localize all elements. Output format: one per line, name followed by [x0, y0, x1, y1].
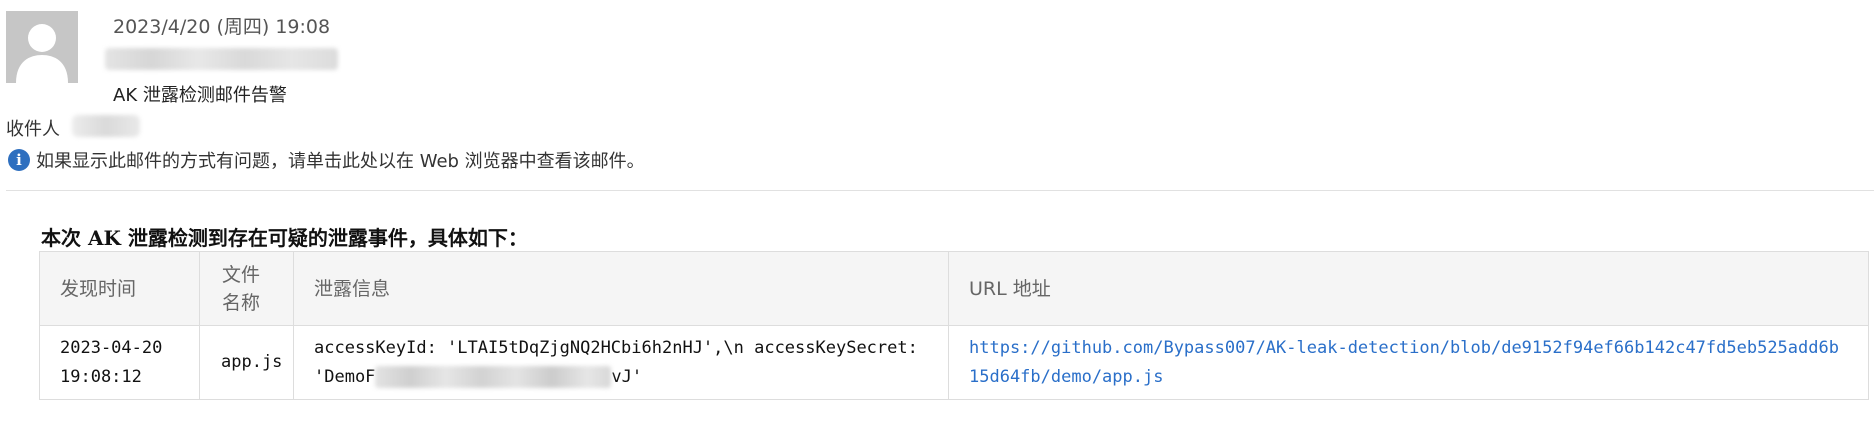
person-icon	[6, 11, 78, 83]
table-row: 2023-04-20 19:08:12 app.js accessKeyId: …	[39, 325, 1869, 400]
header-divider	[6, 190, 1874, 191]
column-header-found-time: 发现时间	[39, 251, 200, 326]
column-header-filename: 文件名称	[199, 251, 294, 326]
column-header-leak-info: 泄露信息	[293, 251, 949, 326]
secret-prefix: 'DemoF	[314, 366, 376, 387]
recipient-label: 收件人	[6, 119, 60, 140]
found-clock: 19:08:12	[60, 366, 142, 387]
email-subject: AK 泄露检测邮件告警	[113, 85, 287, 106]
sender-name-redacted	[105, 48, 338, 70]
info-icon: i	[8, 149, 30, 171]
leak-table: 发现时间 文件名称 泄露信息 URL 地址 2023-04-20 19:08:1…	[39, 251, 1869, 400]
secret-redacted	[375, 365, 612, 388]
recipient-name-redacted	[72, 115, 140, 137]
found-time-cell: 2023-04-20 19:08:12	[39, 325, 200, 400]
github-url-link[interactable]: https://github.com/Bypass007/AK-leak-det…	[969, 338, 1839, 387]
column-header-url: URL 地址	[948, 251, 1869, 326]
leak-secret-line: 'DemoF vJ'	[314, 363, 928, 392]
alert-title: 本次 AK 泄露检测到存在可疑的泄露事件，具体如下：	[41, 226, 528, 250]
view-in-browser-notice[interactable]: i 如果显示此邮件的方式有问题，请单击此处以在 Web 浏览器中查看该邮件。	[8, 148, 645, 172]
leak-info-cell: accessKeyId: 'LTAI5tDqZjgNQ2HCbi6h2nHJ',…	[293, 325, 949, 400]
found-date: 2023-04-20	[60, 337, 163, 358]
sender-avatar	[6, 11, 78, 83]
secret-suffix: vJ'	[611, 366, 643, 387]
leak-info-line: accessKeyId: 'LTAI5tDqZjgNQ2HCbi6h2nHJ',…	[314, 337, 918, 358]
filename-cell: app.js	[199, 325, 294, 400]
view-in-browser-text[interactable]: 如果显示此邮件的方式有问题，请单击此处以在 Web 浏览器中查看该邮件。	[36, 147, 645, 173]
table-header-row: 发现时间 文件名称 泄露信息 URL 地址	[39, 251, 1869, 326]
url-cell: https://github.com/Bypass007/AK-leak-det…	[948, 325, 1869, 400]
email-date: 2023/4/20 (周四) 19:08	[113, 16, 331, 38]
